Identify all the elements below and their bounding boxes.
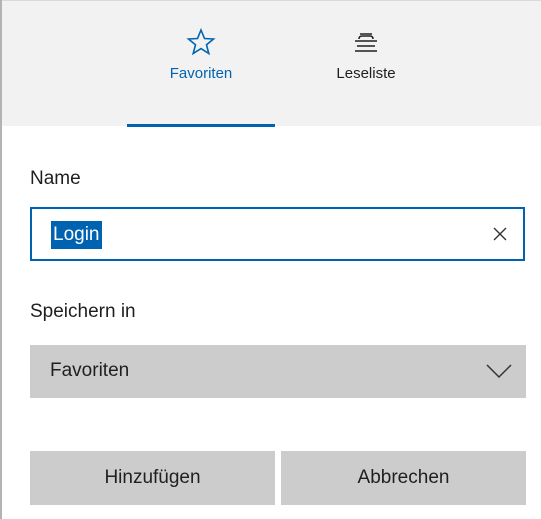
save-in-selected-value: Favoriten xyxy=(50,360,130,381)
save-in-dropdown[interactable]: Favoriten xyxy=(30,345,526,398)
tab-favorites[interactable]: Favoriten xyxy=(127,1,275,127)
name-input[interactable]: Login xyxy=(30,207,525,261)
save-in-label: Speichern in xyxy=(30,301,136,322)
add-button[interactable]: Hinzufügen xyxy=(30,451,275,505)
tab-selected-indicator xyxy=(127,124,275,127)
tab-reading-list[interactable]: Leseliste xyxy=(292,1,440,126)
star-outline-icon xyxy=(186,27,216,56)
name-input-value: Login xyxy=(51,221,102,249)
tab-bar: Favoriten Leseliste xyxy=(2,1,541,127)
cancel-button[interactable]: Abbrechen xyxy=(281,451,526,505)
add-favorite-panel: Favoriten Leseliste Name Login Speichern… xyxy=(0,0,541,519)
chevron-down-icon xyxy=(486,364,512,379)
tab-reading-list-label: Leseliste xyxy=(336,65,396,82)
name-label: Name xyxy=(30,168,81,189)
clear-icon[interactable] xyxy=(489,223,511,245)
reading-list-icon xyxy=(355,33,377,52)
tab-favorites-label: Favoriten xyxy=(169,65,233,82)
